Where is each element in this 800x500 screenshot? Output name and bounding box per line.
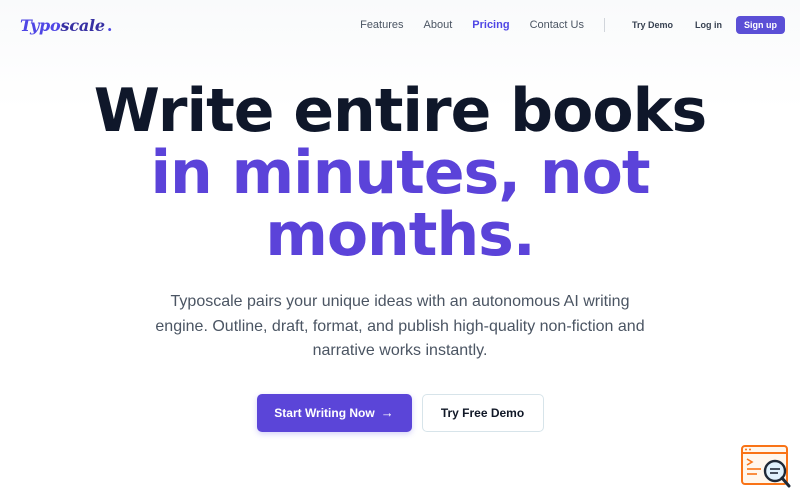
hero-heading-line3: months.: [265, 200, 535, 270]
nav-link-about[interactable]: About: [424, 19, 453, 31]
hero-heading: Write entire books in minutes, not month…: [0, 80, 800, 266]
nav-link-contact[interactable]: Contact Us: [530, 19, 584, 31]
hero-section: Write entire books in minutes, not month…: [0, 80, 800, 432]
arrow-right-icon: →: [380, 405, 394, 420]
hero-subtitle: Typoscale pairs your unique ideas with a…: [155, 293, 645, 359]
nav-link-pricing[interactable]: Pricing: [472, 19, 509, 31]
login-link[interactable]: Log in: [695, 20, 722, 30]
nav-divider: [603, 18, 605, 32]
start-writing-button[interactable]: Start Writing Now →: [256, 393, 412, 432]
logo-main: Typo: [20, 15, 61, 35]
hero-heading-line1: Write entire books: [93, 76, 707, 146]
start-writing-label: Start Writing Now: [274, 405, 375, 420]
nav-links: Features About Pricing Contact Us Try De…: [340, 16, 785, 34]
logo-dot: .: [106, 15, 113, 35]
hero-heading-line2: in minutes, not: [150, 138, 650, 208]
nav-link-features[interactable]: Features: [360, 19, 403, 31]
document-search-icon[interactable]: [741, 445, 791, 488]
logo[interactable]: Typo scale.: [20, 16, 112, 35]
logo-rest: scale: [60, 15, 106, 35]
top-navigation: Typo scale. Features About Pricing Contac…: [0, 0, 800, 50]
try-demo-link[interactable]: Try Demo: [632, 20, 673, 30]
signup-button[interactable]: Sign up: [736, 16, 785, 34]
try-free-demo-button[interactable]: Try Free Demo: [421, 393, 544, 432]
cta-row: Start Writing Now → Try Free Demo: [0, 393, 800, 432]
